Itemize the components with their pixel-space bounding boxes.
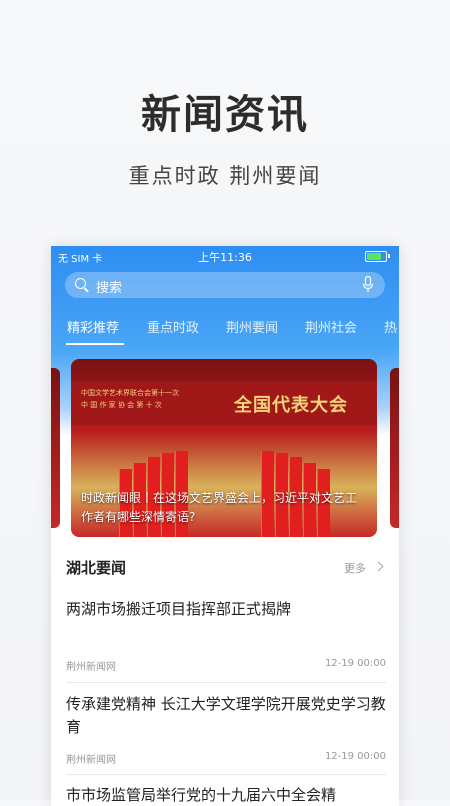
microphone-icon[interactable] — [363, 276, 373, 293]
chevron-right-icon[interactable] — [373, 561, 384, 572]
battery-tip — [388, 254, 390, 258]
section-title: 湖北要闻 — [66, 559, 127, 577]
tab-jingzhou-news[interactable]: 荆州要闻 — [226, 317, 278, 336]
banner-strip: 中国文学艺术界联合会第十一次 中 国 作 家 协 会 第 十 次 全国代表大会 — [71, 381, 377, 425]
news-item[interactable]: 两湖市场搬迁项目指挥部正式揭牌 — [66, 598, 386, 621]
news-title: 市市场监管局举行党的十九届六中全会精 — [66, 786, 337, 804]
carousel-card[interactable]: 中国文学艺术界联合会第十一次 中 国 作 家 协 会 第 十 次 全国代表大会 … — [71, 359, 377, 537]
search-placeholder: 搜索 — [96, 281, 123, 296]
status-time: 上午11:36 — [198, 251, 252, 264]
carousel-prev-card[interactable] — [51, 368, 60, 528]
search-input[interactable]: 搜索 — [65, 272, 385, 298]
news-source: 荆州新闻网 — [66, 755, 116, 766]
battery-icon — [365, 251, 387, 262]
divider — [66, 774, 386, 775]
promo-title: 新闻资讯 — [141, 92, 309, 138]
carousel-caption: 时政新闻眼丨在这场文艺界盛会上，习近平对文艺工作者有哪些深情寄语? — [81, 491, 358, 524]
banner-line-1: 中国文学艺术界联合会第十一次 — [81, 389, 179, 397]
news-time: 12-19 00:00 — [324, 751, 386, 762]
news-title: 传承建党精神 长江大学文理学院开展党史学习教育 — [66, 695, 386, 736]
news-title: 两湖市场搬迁项目指挥部正式揭牌 — [66, 600, 292, 618]
tab-featured[interactable]: 精彩推荐 — [67, 317, 119, 336]
phone-screen: 无 SIM 卡 上午11:36 搜索 精彩推荐 重点时政 荆州要闻 荆州社会 热… — [51, 246, 399, 806]
carousel-next-card[interactable] — [390, 368, 399, 528]
banner-line-2: 中 国 作 家 协 会 第 十 次 — [81, 401, 162, 409]
status-bar: 无 SIM 卡 上午11:36 — [51, 246, 399, 266]
tab-politics[interactable]: 重点时政 — [147, 317, 199, 336]
news-item[interactable]: 传承建党精神 长江大学文理学院开展党史学习教育 — [66, 693, 386, 739]
search-icon — [75, 278, 86, 289]
news-item[interactable]: 市市场监管局举行党的十九届六中全会精 — [66, 784, 386, 806]
tab-hot[interactable]: 热 — [384, 317, 397, 336]
banner-big-text: 全国代表大会 — [234, 395, 348, 416]
battery-fill — [367, 253, 382, 260]
news-time: 12-19 00:00 — [324, 658, 386, 669]
news-source: 荆州新闻网 — [66, 662, 116, 673]
divider — [66, 682, 386, 683]
banner-small-text: 中国文学艺术界联合会第十一次 中 国 作 家 协 会 第 十 次 — [81, 387, 179, 411]
tab-jingzhou-society[interactable]: 荆州社会 — [305, 317, 357, 336]
active-tab-indicator — [66, 343, 124, 345]
promo-subtitle: 重点时政 荆州要闻 — [128, 164, 322, 188]
more-link[interactable]: 更多 — [344, 560, 366, 576]
section-header: 湖北要闻 更多 — [66, 557, 386, 579]
